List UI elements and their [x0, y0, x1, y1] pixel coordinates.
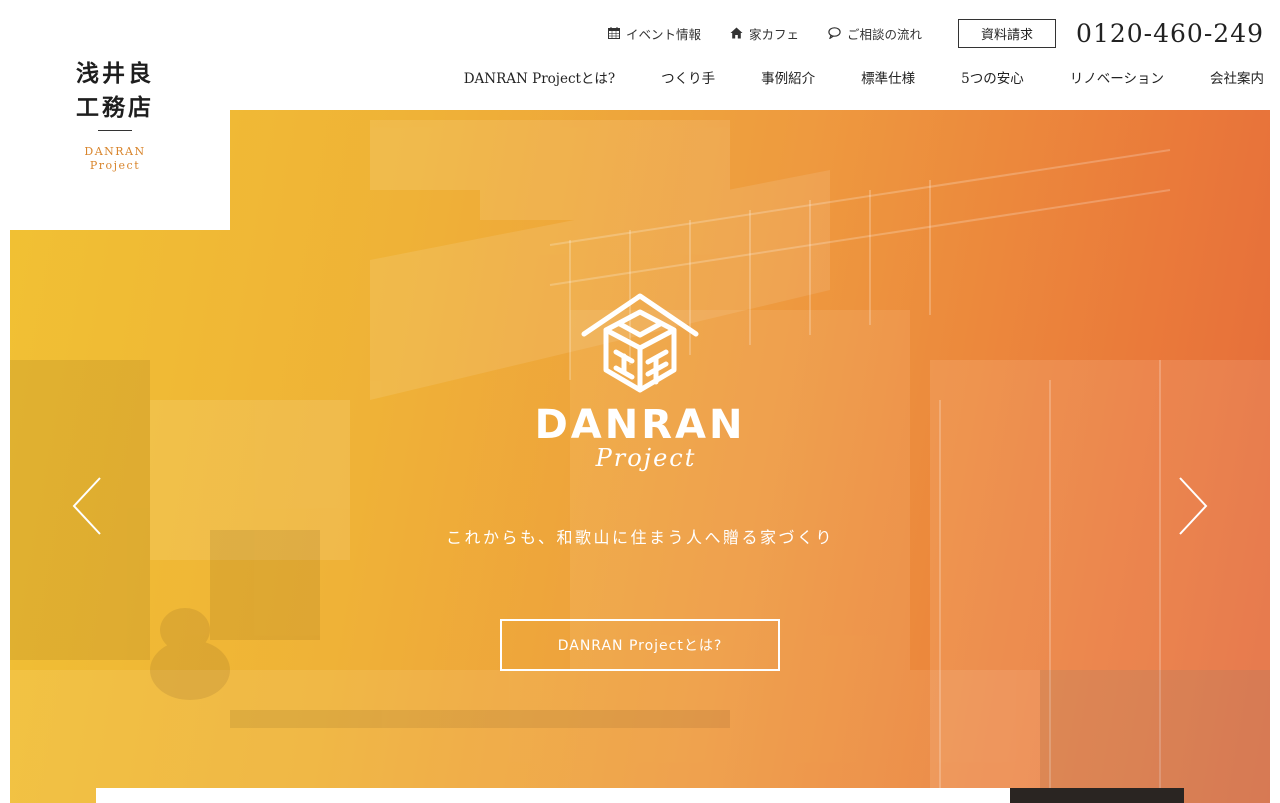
logo-company-name-line2: 工務店 [76, 94, 154, 121]
nav-item-about[interactable]: DANRAN Projectとは? [464, 67, 615, 87]
home-icon [730, 27, 743, 39]
dark-panel-edge [1010, 788, 1184, 803]
nav-item-assurance[interactable]: 5つの安心 [961, 67, 1024, 87]
utility-bar: イベント情報 家カフェ ご相談の流れ 資料請求 0120-460-249 [608, 18, 1264, 48]
nav-item-works[interactable]: 事例紹介 [761, 67, 815, 87]
request-materials-button[interactable]: 資料請求 [958, 18, 1057, 48]
utility-link-consult-flow-label: ご相談の流れ [847, 26, 923, 42]
utility-link-cafe-label: 家カフェ [749, 26, 800, 42]
site-logo[interactable]: 浅井良 工務店 DANRAN Project [10, 0, 230, 230]
phone-number[interactable]: 0120-460-249 [1076, 19, 1264, 48]
utility-link-cafe[interactable]: 家カフェ [730, 24, 799, 43]
hero-brand-script: Project [595, 444, 697, 472]
chat-icon [828, 27, 841, 39]
nav-item-makers[interactable]: つくり手 [661, 67, 715, 87]
chevron-right-icon[interactable] [1172, 474, 1212, 538]
hero-brand-title: DANRAN [534, 402, 746, 448]
logo-company-name-line1: 浅井良 [76, 60, 154, 87]
calendar-icon [608, 27, 620, 39]
utility-link-events[interactable]: イベント情報 [608, 24, 701, 43]
main-nav: DANRAN Projectとは? つくり手 事例紹介 標準仕様 5つの安心 リ… [418, 67, 1264, 87]
hero-about-button[interactable]: DANRAN Projectとは? [500, 619, 780, 671]
utility-link-consult-flow[interactable]: ご相談の流れ [828, 24, 922, 43]
logo-sub-danran: DANRAN [84, 145, 146, 158]
chevron-left-icon[interactable] [68, 474, 108, 538]
nav-item-company[interactable]: 会社案内 [1210, 67, 1264, 87]
utility-link-events-label: イベント情報 [626, 26, 702, 42]
logo-sub-project: Project [89, 159, 141, 172]
nav-item-specs[interactable]: 標準仕様 [861, 67, 915, 87]
danran-house-logo-icon [581, 293, 699, 393]
logo-divider [98, 130, 132, 131]
nav-item-renovation[interactable]: リノベーション [1070, 67, 1164, 87]
hero-tagline: これからも、和歌山に住まう人へ贈る家づくり [445, 528, 835, 547]
content-panel-edge [96, 788, 1010, 803]
